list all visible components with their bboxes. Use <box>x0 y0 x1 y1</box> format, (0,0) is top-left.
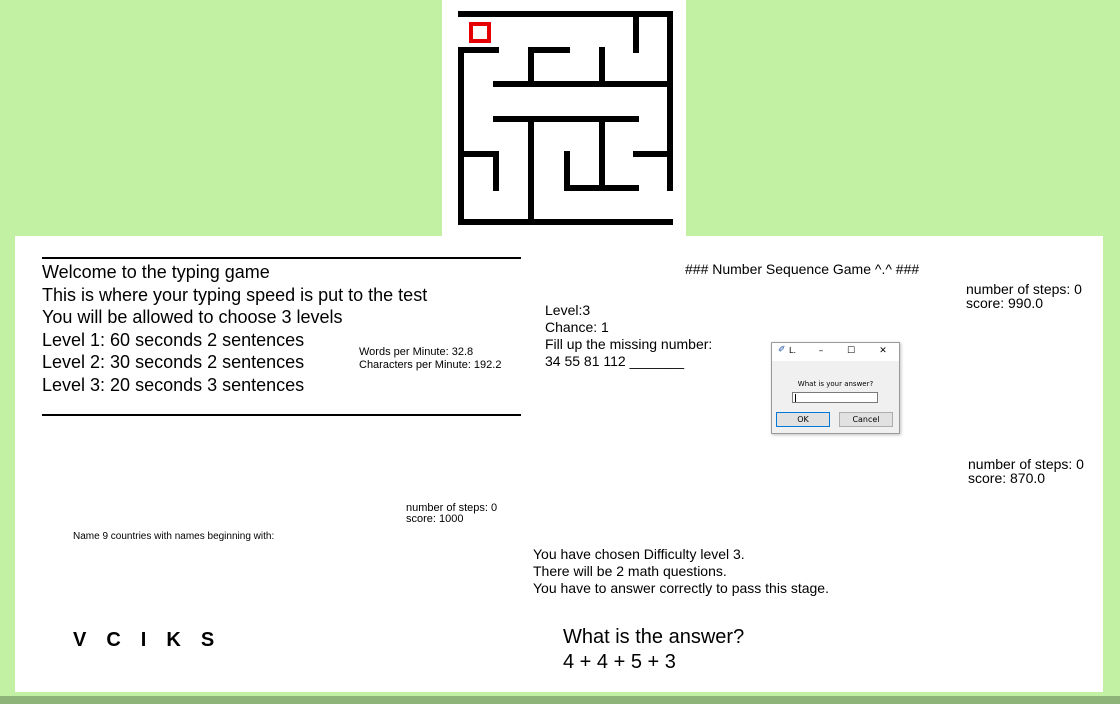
minimize-button[interactable]: – <box>812 344 830 359</box>
maze-game-panel <box>442 0 686 236</box>
feather-icon: ✐ <box>778 345 786 355</box>
letter: S <box>200 629 215 651</box>
game-title: ### Number Sequence Game ^.^ ### <box>685 261 920 277</box>
score-readout: score: 870.0 <box>968 470 1046 486</box>
sequence-info: Level:3 Chance: 1 Fill up the missing nu… <box>545 302 712 370</box>
dialog-titlebar[interactable]: ✐ L. – ☐ ✕ <box>772 343 899 361</box>
question-label: What is the answer? <box>563 626 745 648</box>
number-sequence-panel: ### Number Sequence Game ^.^ ### number … <box>530 236 1103 452</box>
steps-readout: number of steps: 0 <box>966 281 1082 297</box>
wpm-readout: Words per Minute: 32.8 <box>359 346 474 358</box>
score-box: number of steps: 0 score: 870.0 <box>968 457 1084 485</box>
score-box: number of steps: 0 score: 1000 <box>406 503 497 525</box>
typing-instructions: Welcome to the typing game This is where… <box>42 261 427 397</box>
maze-player-marker[interactable] <box>469 22 491 43</box>
difficulty-label: You have chosen Difficulty level 3. <box>533 546 745 562</box>
score-box: number of steps: 0 score: 990.0 <box>966 282 1082 310</box>
sequence-label: 34 55 81 112 _______ <box>545 353 685 369</box>
countries-prompt: Name 9 countries with names beginning wi… <box>73 531 275 542</box>
countries-game-panel: number of steps: 0 score: 1000 Name 9 co… <box>15 452 520 692</box>
answer-dialog: ✐ L. – ☐ ✕ What is your answer? OK Cance… <box>771 342 900 434</box>
instruction-label: Fill up the missing number: <box>545 336 713 352</box>
level-label: Level:3 <box>545 302 591 318</box>
questions-label: There will be 2 math questions. <box>533 563 727 579</box>
answer-input[interactable] <box>792 392 878 403</box>
letter: K <box>166 629 181 651</box>
maximize-button[interactable]: ☐ <box>842 344 860 359</box>
typing-game-panel: Welcome to the typing game This is where… <box>15 236 530 452</box>
typing-stats: Words per Minute: 32.8 Characters per Mi… <box>359 346 501 372</box>
divider-bottom <box>42 414 521 416</box>
score-readout: score: 1000 <box>406 513 464 525</box>
close-button[interactable]: ✕ <box>874 344 892 359</box>
typing-line: Welcome to the typing game <box>42 262 270 282</box>
chance-label: Chance: 1 <box>545 319 609 335</box>
typing-line: You will be allowed to choose 3 levels <box>42 307 343 328</box>
cpm-readout: Characters per Minute: 192.2 <box>359 359 502 371</box>
pass-label: You have to answer correctly to pass thi… <box>533 580 829 596</box>
math-info: You have chosen Difficulty level 3. Ther… <box>533 546 829 597</box>
typing-line: This is where your typing speed is put t… <box>42 284 428 305</box>
letter: V <box>73 629 87 651</box>
bottom-border <box>0 696 1120 704</box>
dialog-prompt: What is your answer? <box>797 380 874 388</box>
cancel-button[interactable]: Cancel <box>839 412 893 427</box>
dialog-title: L. <box>789 346 796 355</box>
letter: I <box>140 629 147 651</box>
math-question: What is the answer? 4 + 4 + 5 + 3 <box>563 625 744 675</box>
score-readout: score: 990.0 <box>966 295 1044 311</box>
letters-row: VCIKS <box>73 629 234 652</box>
maze-board <box>458 11 673 225</box>
typing-line: Level 3: 20 seconds 3 sentences <box>42 374 305 395</box>
expression-label: 4 + 4 + 5 + 3 <box>563 651 676 673</box>
math-game-panel: number of steps: 0 score: 870.0 You have… <box>520 452 1103 692</box>
text-caret <box>795 394 796 402</box>
ok-button[interactable]: OK <box>776 412 830 427</box>
steps-readout: number of steps: 0 <box>968 456 1084 472</box>
letter: C <box>106 629 121 651</box>
divider-top <box>42 257 521 259</box>
